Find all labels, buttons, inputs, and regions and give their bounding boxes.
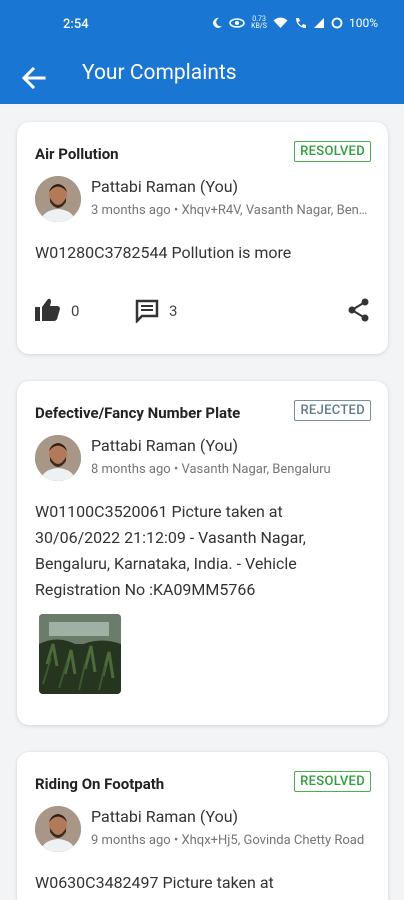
status-badge: RESOLVED [294,141,371,162]
page-title: Your Complaints [82,61,237,85]
status-badge: RESOLVED [294,771,371,792]
complaint-meta: 8 months ago • Vasanth Nagar, Bengaluru [91,462,331,477]
signal-icon [313,18,324,28]
wifi-icon [273,17,288,28]
avatar[interactable] [35,435,81,481]
avatar-image [35,176,81,222]
complaint-description: W0630C3482497 Picture taken at [35,873,274,892]
net-speed: 0.73 KB/S [251,15,267,30]
call-icon [295,18,306,28]
user-name: Pattabi Raman (You) [91,177,239,196]
complaint-meta: 9 months ago • Xhqx+Hj5, Govinda Chetty … [91,833,365,848]
status-badge: REJECTED [294,400,371,421]
complaint-description: W01100C3520061 Picture taken at 30/06/20… [35,502,306,599]
action-row: 0 3 [35,298,370,324]
complaint-card[interactable]: Air Pollution RESOLVED Pattabi Raman (Yo… [17,122,388,354]
complaint-card[interactable]: Defective/Fancy Number Plate REJECTED Pa… [17,381,388,725]
battery-icon [331,17,343,29]
status-icons: 0.73 KB/S 100% [211,16,378,30]
avatar[interactable] [35,176,81,222]
thumb-up-icon[interactable] [35,298,61,322]
complaint-card[interactable]: Riding On Footpath RESOLVED Pattabi Rama… [17,752,388,900]
status-time: 2:54 [63,17,89,32]
status-bar: 2:54 0.73 KB/S 100% [0,0,404,52]
dnd-icon [229,18,245,28]
comment-icon[interactable] [135,299,159,323]
complaint-meta: 3 months ago • Xhqv+R4V, Vasanth Nagar, … [91,203,373,218]
like-count: 0 [71,302,80,320]
avatar-image [35,806,81,852]
moon-icon [213,17,223,28]
arrow-back-icon[interactable] [18,62,50,94]
app-bar: Your Complaints [0,52,404,104]
photo-thumbnail [39,614,121,694]
complaint-title: Riding On Footpath [35,775,165,793]
comment-count: 3 [169,302,178,320]
avatar-image [35,435,81,481]
complaint-description: W01280C3782544 Pollution is more [35,243,292,262]
complaint-title: Air Pollution [35,145,119,163]
battery-percent: 100% [348,16,378,30]
user-name: Pattabi Raman (You) [91,807,239,826]
complaint-photo[interactable] [39,614,121,694]
user-name: Pattabi Raman (You) [91,436,239,455]
share-icon[interactable] [348,298,370,322]
complaint-title: Defective/Fancy Number Plate [35,404,241,422]
avatar[interactable] [35,806,81,852]
